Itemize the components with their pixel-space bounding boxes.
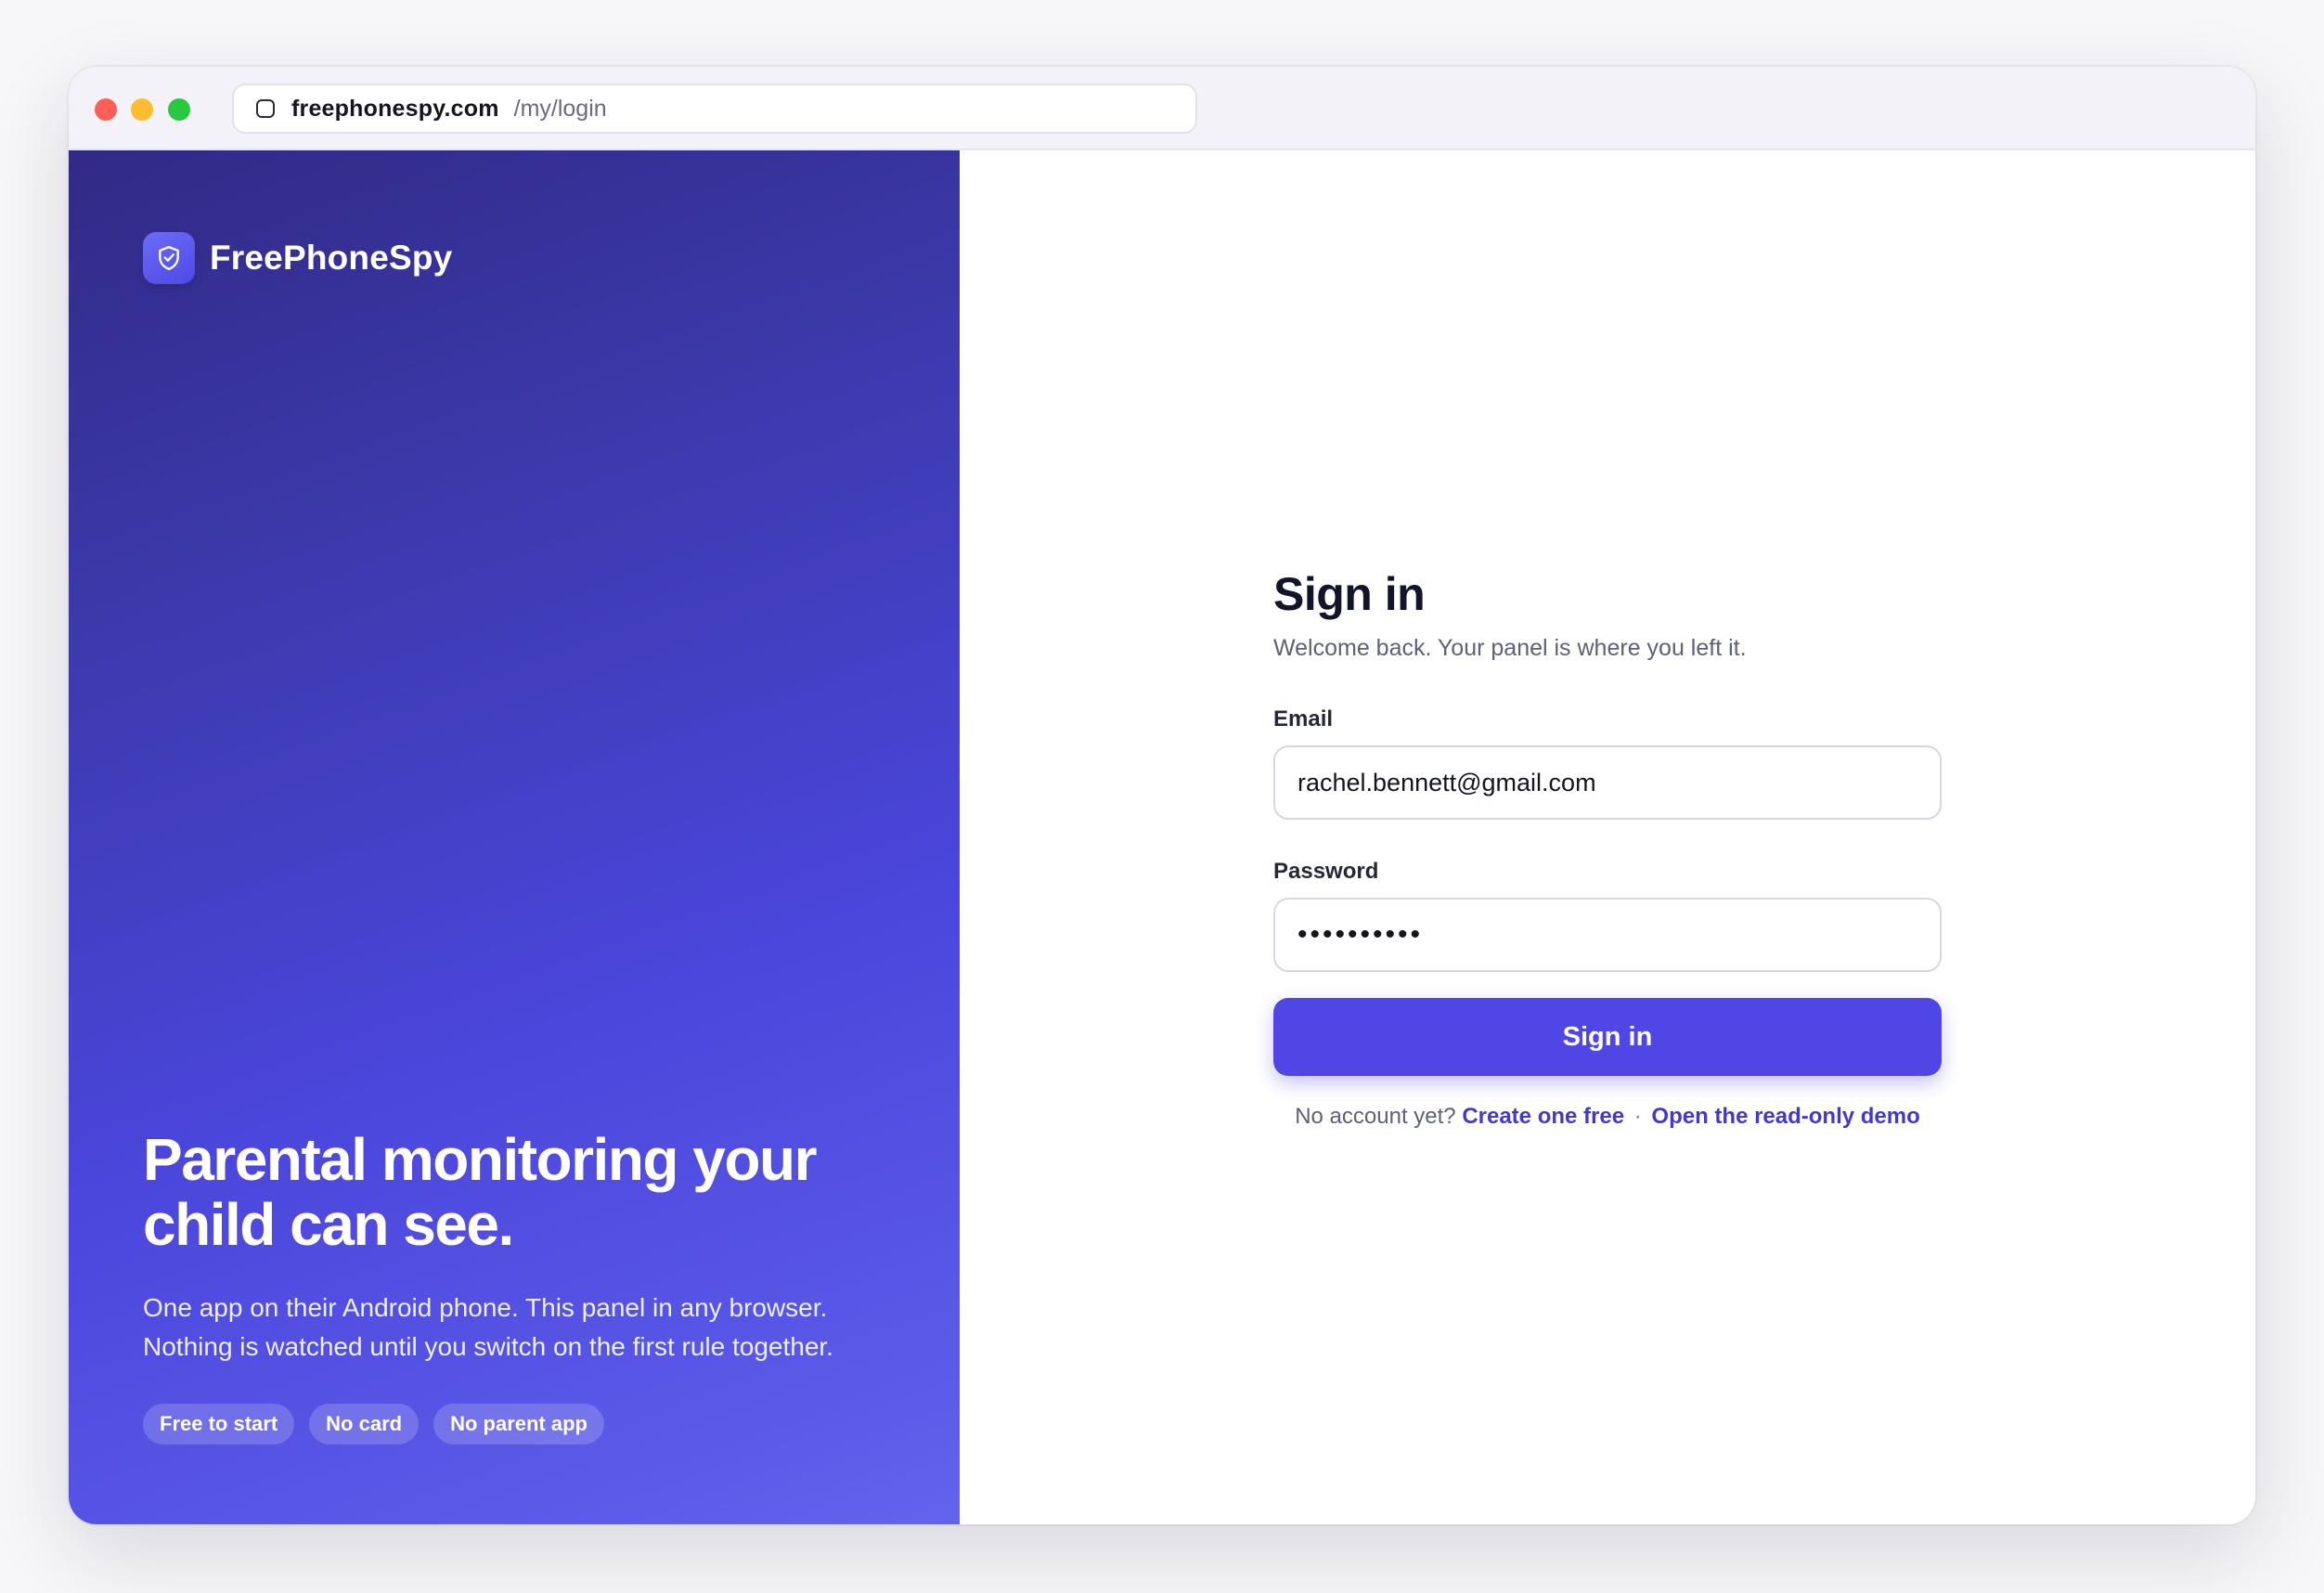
browser-titlebar: freephonespy.com /my/login (69, 67, 2255, 150)
no-account-text: No account yet? (1295, 1104, 1456, 1129)
hero-description: One app on their Android phone. This pan… (143, 1293, 833, 1361)
signin-form: Sign in Welcome back. Your panel is wher… (1273, 566, 1942, 1130)
hero-panel: FreePhoneSpy Parental monitoring your ch… (69, 150, 960, 1524)
link-separator: · (1633, 1104, 1642, 1129)
shield-check-icon (143, 232, 195, 284)
url-path: /my/login (513, 95, 607, 122)
url-domain: freephonespy.com (291, 95, 499, 122)
form-title: Sign in (1273, 568, 1426, 620)
email-label: Email (1273, 706, 1334, 732)
badge-free-to-start: Free to start (143, 1404, 295, 1444)
brand[interactable]: FreePhoneSpy (143, 232, 452, 284)
address-bar[interactable]: freephonespy.com /my/login (232, 84, 1197, 134)
close-window-button[interactable] (95, 98, 117, 121)
lock-icon (256, 99, 275, 118)
password-label: Password (1273, 859, 1379, 884)
minimize-window-button[interactable] (131, 98, 153, 121)
demo-link[interactable]: Open the read-only demo (1651, 1104, 1919, 1129)
form-subtitle: Welcome back. Your panel is where you le… (1273, 635, 1747, 661)
hero-title: Parental monitoring your child can see. (143, 1126, 817, 1258)
email-field[interactable] (1273, 745, 1942, 820)
browser-window: freephonespy.com /my/login FreePhoneSpy … (69, 67, 2255, 1524)
feature-badges: Free to start No card No parent app (143, 1404, 604, 1444)
maximize-window-button[interactable] (168, 98, 190, 121)
sign-in-button[interactable]: Sign in (1273, 998, 1942, 1076)
password-field[interactable] (1273, 898, 1942, 972)
badge-no-parent-app: No parent app (433, 1404, 604, 1444)
badge-no-card: No card (309, 1404, 420, 1444)
signin-panel: Sign in Welcome back. Your panel is wher… (960, 150, 2255, 1524)
brand-name: FreePhoneSpy (210, 239, 453, 277)
account-links: No account yet? Create one free · Open t… (1273, 1104, 1942, 1130)
create-account-link[interactable]: Create one free (1462, 1104, 1624, 1129)
